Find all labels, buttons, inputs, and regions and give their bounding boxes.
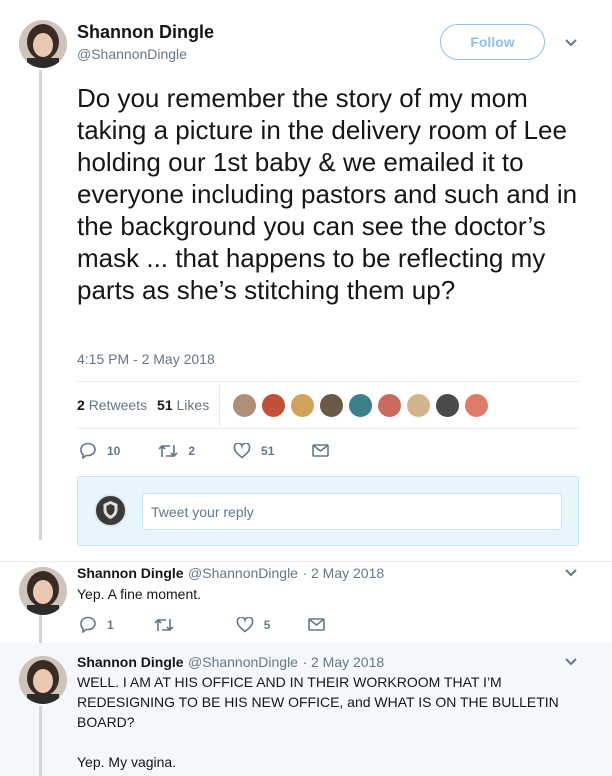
reply-date[interactable]: · 2 May 2018 <box>302 654 384 670</box>
divider <box>0 561 612 562</box>
liker-avatar[interactable] <box>435 392 461 418</box>
envelope-icon <box>308 618 326 631</box>
retweet-action[interactable]: 2 <box>158 443 195 459</box>
heart-icon <box>236 616 254 633</box>
liker-avatar[interactable] <box>406 392 432 418</box>
reply-text: WELL. I AM AT HIS OFFICE AND IN THEIR WO… <box>77 674 559 730</box>
retweet-action[interactable] <box>154 617 184 633</box>
envelope-icon <box>312 444 330 457</box>
reply-icon <box>80 442 96 459</box>
author-handle[interactable]: @ShannonDingle <box>77 46 187 62</box>
chevron-down-icon[interactable] <box>564 568 578 578</box>
reply-icon <box>80 616 96 633</box>
retweet-icon <box>154 618 174 631</box>
tweet-stats: 2 Retweets 51 Likes <box>77 381 579 429</box>
liker-avatar[interactable] <box>232 392 258 418</box>
reply-text: Yep. A fine moment. <box>77 586 202 602</box>
like-action[interactable]: 51 <box>233 442 274 459</box>
liker-avatar[interactable] <box>319 392 345 418</box>
message-action[interactable] <box>312 444 339 457</box>
reply-author-handle[interactable]: @ShannonDingle <box>188 654 298 670</box>
timestamp[interactable]: 4:15 PM - 2 May 2018 <box>77 351 215 367</box>
liker-avatar[interactable] <box>377 392 403 418</box>
reply-author-name[interactable]: Shannon Dingle <box>77 654 184 670</box>
message-action[interactable] <box>308 618 335 631</box>
liker-avatar[interactable] <box>290 392 316 418</box>
chevron-down-icon[interactable] <box>564 38 578 48</box>
liker-avatar[interactable] <box>348 392 374 418</box>
reply-action[interactable]: 1 <box>79 616 114 633</box>
liker-avatars <box>232 392 493 418</box>
stats-divider <box>219 383 221 427</box>
chevron-down-icon[interactable] <box>564 657 578 667</box>
retweets-stat[interactable]: 2 Retweets <box>77 397 147 413</box>
avatar[interactable] <box>19 656 67 704</box>
tweet-text: Do you remember the story of my mom taki… <box>77 83 578 305</box>
thread-line <box>39 70 42 540</box>
reply-header: Shannon Dingle @ShannonDingle · 2 May 20… <box>77 565 384 583</box>
thread-line <box>39 706 42 776</box>
reply-author-name[interactable]: Shannon Dingle <box>77 565 184 581</box>
author-name[interactable]: Shannon Dingle <box>77 22 214 43</box>
reply-author-handle[interactable]: @ShannonDingle <box>188 565 298 581</box>
liker-avatar[interactable] <box>464 392 490 418</box>
avatar[interactable] <box>19 567 67 615</box>
reply-action[interactable]: 10 <box>79 442 120 459</box>
reply-date[interactable]: · 2 May 2018 <box>302 565 384 581</box>
reply-actions: 1 5 <box>79 616 373 633</box>
tweet-actions: 10 2 51 <box>79 442 377 459</box>
retweet-icon <box>158 444 178 457</box>
reply-text-continued: Yep. My vagina. <box>77 754 177 770</box>
like-action[interactable]: 5 <box>236 616 270 633</box>
heart-icon <box>233 442 251 459</box>
reply-header: Shannon Dingle @ShannonDingle · 2 May 20… <box>77 654 384 672</box>
current-user-avatar <box>94 494 127 527</box>
reply-input[interactable]: Tweet your reply <box>142 493 562 530</box>
likes-stat[interactable]: 51 Likes <box>157 397 209 413</box>
follow-button[interactable]: Follow <box>440 24 545 60</box>
thread-line <box>39 615 42 645</box>
liker-avatar[interactable] <box>261 392 287 418</box>
avatar[interactable] <box>19 20 67 68</box>
reply-composer: Tweet your reply <box>77 476 579 546</box>
